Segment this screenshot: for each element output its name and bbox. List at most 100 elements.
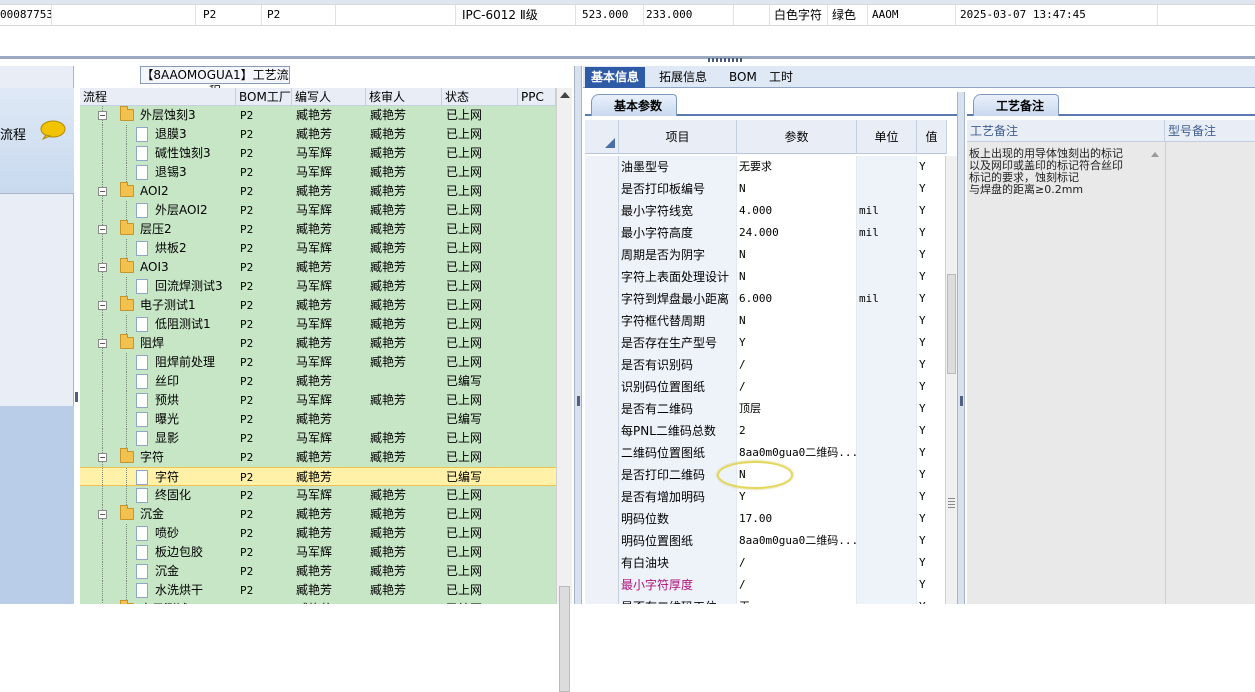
col-author[interactable]: 编写人	[292, 88, 366, 106]
param-value[interactable]: Y	[737, 486, 857, 508]
param-row[interactable]: 最小字符厚度 / Y	[585, 574, 947, 596]
row-header[interactable]	[585, 354, 619, 376]
row-header[interactable]	[585, 288, 619, 310]
tree-step-row[interactable]: 预烘 P2 马军辉 臧艳芳 已上网	[80, 391, 556, 410]
col-item[interactable]: 项目	[619, 120, 737, 154]
col-ppc[interactable]: PPC	[518, 88, 556, 106]
record-row[interactable]: 00087753 P2 P2 IPC-6012 Ⅱ级 523.000 233.0…	[0, 4, 1255, 26]
tree-step-row[interactable]: 外层AOI2 P2 马军辉 臧艳芳 已上网	[80, 201, 556, 220]
col-param[interactable]: 参数	[737, 120, 857, 154]
tree-scrollbar[interactable]	[556, 88, 572, 692]
tree-step-row[interactable]: 退锡3 P2 马军辉 臧艳芳 已上网	[80, 163, 556, 182]
tree-step-row[interactable]: 丝印 P2 臧艳芳 已编写	[80, 372, 556, 391]
row-header[interactable]	[585, 200, 619, 222]
param-row[interactable]: 识别码位置图纸 / Y	[585, 376, 947, 398]
tree-step-row[interactable]: 板边包胶 P2 马军辉 臧艳芳 已上网	[80, 543, 556, 562]
param-row[interactable]: 周期是否为阴字 N Y	[585, 244, 947, 266]
tree-step-row[interactable]: 曝光 P2 臧艳芳 已编写	[80, 410, 556, 429]
row-header[interactable]	[585, 508, 619, 530]
tab-process-notes[interactable]: 工艺备注	[973, 94, 1060, 116]
param-row[interactable]: 是否有二维码 顶层 Y	[585, 398, 947, 420]
tree-folder-row[interactable]: − AOI3 P2 臧艳芳 臧艳芳 已上网	[80, 258, 556, 277]
row-header[interactable]	[585, 420, 619, 442]
param-value[interactable]: Y	[737, 332, 857, 354]
col-status[interactable]: 状态	[442, 88, 518, 106]
param-value[interactable]: N	[737, 244, 857, 266]
param-row[interactable]: 字符上表面处理设计 N Y	[585, 266, 947, 288]
param-value[interactable]: N	[737, 310, 857, 332]
tree-step-row[interactable]: 字符 P2 臧艳芳 已编写	[80, 467, 556, 487]
row-header[interactable]	[585, 486, 619, 508]
splitter-grip-icon[interactable]	[577, 396, 580, 406]
param-value[interactable]: N	[737, 266, 857, 288]
left-splitter-grip-icon[interactable]	[75, 392, 78, 402]
row-header[interactable]	[585, 530, 619, 552]
param-value[interactable]: /	[737, 354, 857, 376]
tree-step-row[interactable]: 沉金 P2 臧艳芳 臧艳芳 已上网	[80, 562, 556, 581]
row-header[interactable]	[585, 156, 619, 178]
tree-step-row[interactable]: 烘板2 P2 马军辉 臧艳芳 已上网	[80, 239, 556, 258]
tree-step-row[interactable]: 喷砂 P2 臧艳芳 臧艳芳 已上网	[80, 524, 556, 543]
row-header[interactable]	[585, 376, 619, 398]
tree-folder-row[interactable]: −电子测试P2臧艳芳已编写	[80, 600, 556, 604]
tree-folder-row[interactable]: − 外层蚀刻3 P2 臧艳芳 臧艳芳 已上网	[80, 106, 556, 125]
tab-basic-info[interactable]: 基本信息	[585, 67, 646, 88]
param-value[interactable]: 无要求	[737, 156, 857, 178]
param-value[interactable]: 无	[737, 596, 857, 604]
tree-step-row[interactable]: 阻焊前处理 P2 马军辉 臧艳芳 已上网	[80, 353, 556, 372]
row-header[interactable]	[585, 596, 619, 604]
tab-basic-params[interactable]: 基本参数	[591, 94, 678, 116]
vertical-splitter[interactable]	[574, 66, 582, 604]
tree-step-row[interactable]: 退膜3 P2 臧艳芳 臧艳芳 已上网	[80, 125, 556, 144]
col-reviewer[interactable]: 核审人	[366, 88, 442, 106]
process-note-text[interactable]: 板上出现的用导体蚀刻出的标记 以及网印或盖印的标记符合丝印 标记的要求，蚀刻标记…	[969, 148, 1147, 196]
param-value[interactable]: /	[737, 574, 857, 596]
scroll-up-icon[interactable]	[1151, 152, 1159, 157]
row-header-corner[interactable]	[585, 120, 619, 154]
row-header[interactable]	[585, 552, 619, 574]
param-row[interactable]: 最小字符高度 24.000 mil Y	[585, 222, 947, 244]
col-unit[interactable]: 单位	[857, 120, 917, 154]
left-nav-header[interactable]: 流程	[0, 88, 74, 194]
tree-step-row[interactable]: 回流焊测试3 P2 马军辉 臧艳芳 已上网	[80, 277, 556, 296]
param-row[interactable]: 有白油块 / Y	[585, 552, 947, 574]
param-row[interactable]: 最小字符线宽 4.000 mil Y	[585, 200, 947, 222]
tree-step-row[interactable]: 低阻测试1 P2 马军辉 臧艳芳 已上网	[80, 315, 556, 334]
row-header[interactable]	[585, 266, 619, 288]
row-header[interactable]	[585, 178, 619, 200]
tab-bom[interactable]: BOM	[723, 67, 763, 88]
param-value[interactable]: 24.000	[737, 222, 857, 244]
splitter-grip-icon[interactable]	[708, 58, 742, 62]
tree-step-row[interactable]: 碱性蚀刻3 P2 马军辉 臧艳芳 已上网	[80, 144, 556, 163]
col-bom-factory[interactable]: BOM工厂	[236, 88, 292, 106]
param-value[interactable]: /	[737, 552, 857, 574]
param-row[interactable]: 是否有识别码 / Y	[585, 354, 947, 376]
collapse-icon[interactable]: −	[98, 339, 107, 348]
param-row[interactable]: 是否存在生产型号 Y Y	[585, 332, 947, 354]
tree-folder-row[interactable]: − 字符 P2 臧艳芳 臧艳芳 已上网	[80, 448, 556, 467]
vertical-splitter-2[interactable]	[957, 92, 965, 604]
row-header[interactable]	[585, 244, 619, 266]
row-header[interactable]	[585, 442, 619, 464]
tree-folder-row[interactable]: − 阻焊 P2 臧艳芳 臧艳芳 已上网	[80, 334, 556, 353]
chat-bubble-icon[interactable]	[40, 120, 66, 140]
param-value[interactable]: 8aa0m0gua0二维码...	[737, 530, 857, 552]
param-row[interactable]: 明码位置图纸 8aa0m0gua0二维码... Y	[585, 530, 947, 552]
row-header[interactable]	[585, 464, 619, 486]
collapse-icon[interactable]: −	[98, 510, 107, 519]
row-header[interactable]	[585, 222, 619, 244]
tree-step-row[interactable]: 显影 P2 马军辉 臧艳芳 已上网	[80, 429, 556, 448]
row-header[interactable]	[585, 574, 619, 596]
col-process[interactable]: 流程	[80, 88, 236, 106]
collapse-icon[interactable]: −	[98, 263, 107, 272]
param-value[interactable]: 2	[737, 420, 857, 442]
param-value[interactable]: 顶层	[737, 398, 857, 420]
tree-folder-row[interactable]: − 层压2 P2 臧艳芳 臧艳芳 已上网	[80, 220, 556, 239]
model-note-cell[interactable]	[1165, 142, 1255, 604]
param-row[interactable]: 是否有二维码工位无 Y	[585, 596, 947, 604]
params-scrollbar[interactable]	[945, 156, 957, 604]
tab-extended-info[interactable]: 拓展信息	[653, 67, 713, 88]
param-value[interactable]: 6.000	[737, 288, 857, 310]
tree-step-row[interactable]: 终固化 P2 马军辉 臧艳芳 已上网	[80, 486, 556, 505]
param-row[interactable]: 字符到焊盘最小距离 6.000 mil Y	[585, 288, 947, 310]
